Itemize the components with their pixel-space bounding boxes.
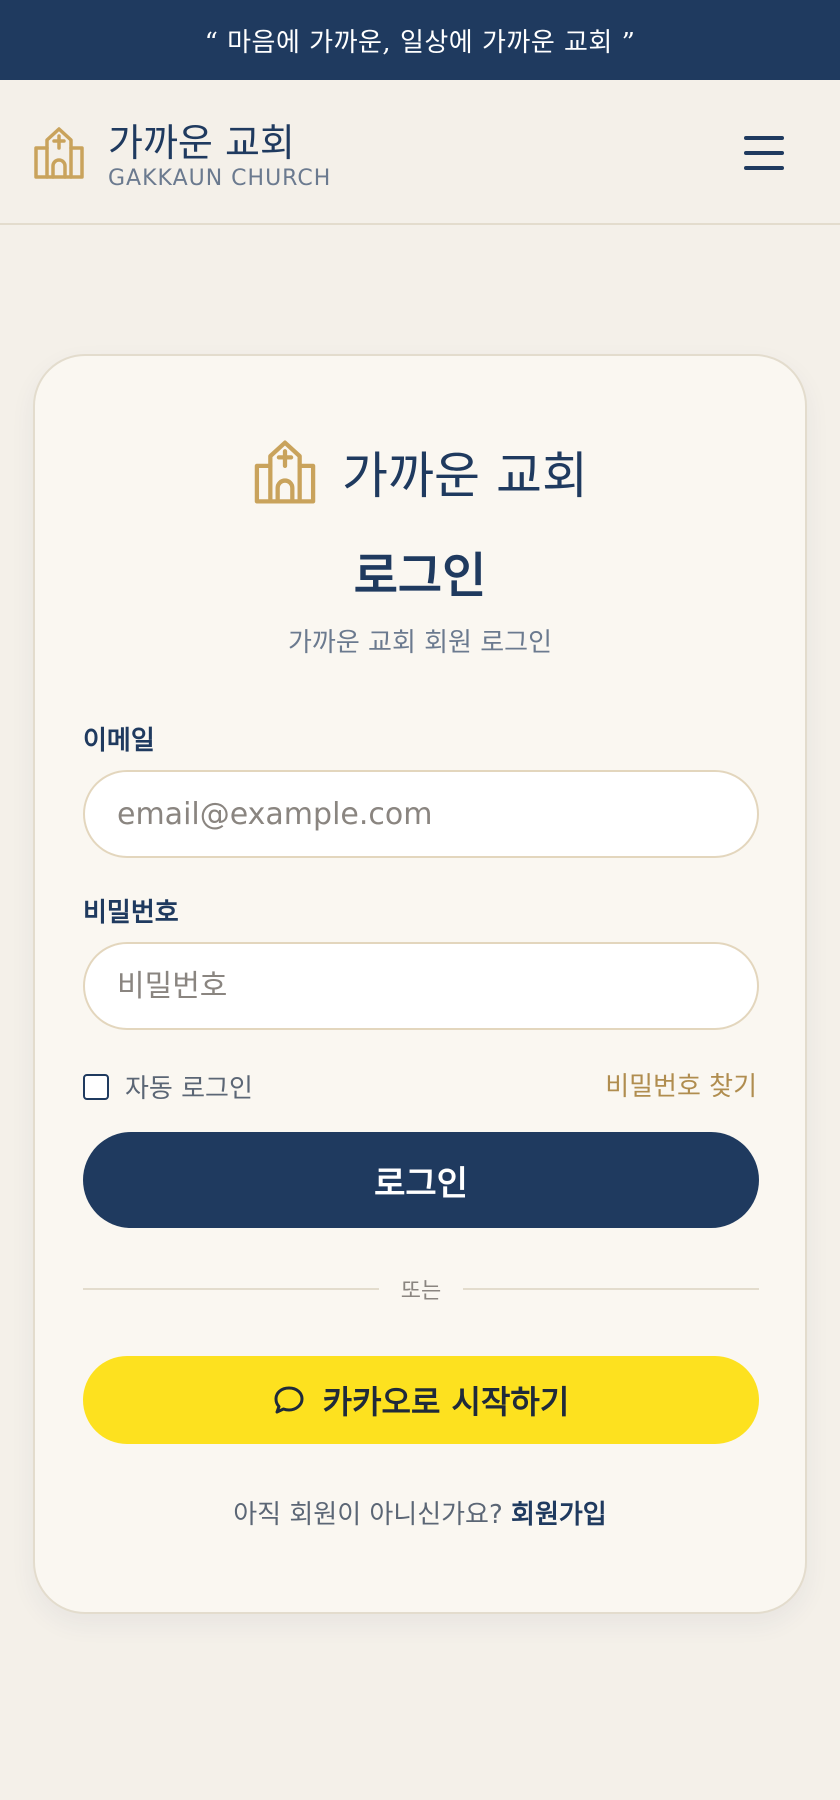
kakao-login-button[interactable]: 카카오로 시작하기 — [83, 1356, 759, 1444]
site-header: 가까운 교회 GAKKAUN CHURCH — [0, 80, 840, 225]
page-subtitle: 가까운 교회 회원 로그인 — [288, 628, 552, 658]
card-brand: 가까운 교회 — [35, 436, 805, 508]
menu-line — [744, 151, 784, 155]
kakao-button-label: 카카오로 시작하기 — [322, 1383, 570, 1421]
password-field[interactable] — [83, 942, 759, 1030]
brand-name[interactable]: 가까운 교회 — [108, 112, 295, 167]
divider-line — [83, 1288, 379, 1290]
hamburger-menu-icon[interactable] — [744, 136, 784, 170]
signup-prompt: 아직 회원이 아니신가요? — [233, 1500, 512, 1530]
signup-link[interactable]: 회원가입 — [511, 1500, 607, 1530]
signup-row: 아직 회원이 아니신가요? 회원가입 — [35, 1494, 805, 1531]
find-password-link[interactable]: 비밀번호 찾기 — [605, 1066, 757, 1103]
password-label: 비밀번호 — [83, 898, 179, 928]
auto-login-toggle[interactable]: 자동 로그인 — [83, 1068, 253, 1105]
or-divider: 또는 — [83, 1274, 760, 1304]
email-label: 이메일 — [83, 726, 155, 756]
menu-line — [744, 166, 784, 170]
page-title: 로그인 — [353, 548, 487, 604]
brand-subtitle: GAKKAUN CHURCH — [108, 166, 332, 191]
divider-text: 또는 — [400, 1279, 442, 1304]
card-brand-name: 가까운 교회 — [342, 447, 588, 505]
church-icon — [254, 440, 316, 504]
top-banner-text: “ 마음에 가까운, 일상에 가까운 교회 ” — [204, 27, 636, 58]
top-banner: “ 마음에 가까운, 일상에 가까운 교회 ” — [0, 0, 840, 80]
divider-line — [463, 1288, 760, 1290]
speech-bubble-icon — [274, 1386, 304, 1414]
login-button[interactable]: 로그인 — [83, 1132, 759, 1228]
church-icon[interactable] — [33, 126, 85, 180]
auto-login-checkbox[interactable] — [83, 1073, 109, 1100]
email-field[interactable] — [83, 770, 759, 858]
login-card: 가까운 교회 로그인 가까운 교회 회원 로그인 이메일 비밀번호 자동 로그인… — [33, 354, 807, 1614]
auto-login-label: 자동 로그인 — [125, 1074, 253, 1104]
menu-line — [744, 136, 784, 140]
